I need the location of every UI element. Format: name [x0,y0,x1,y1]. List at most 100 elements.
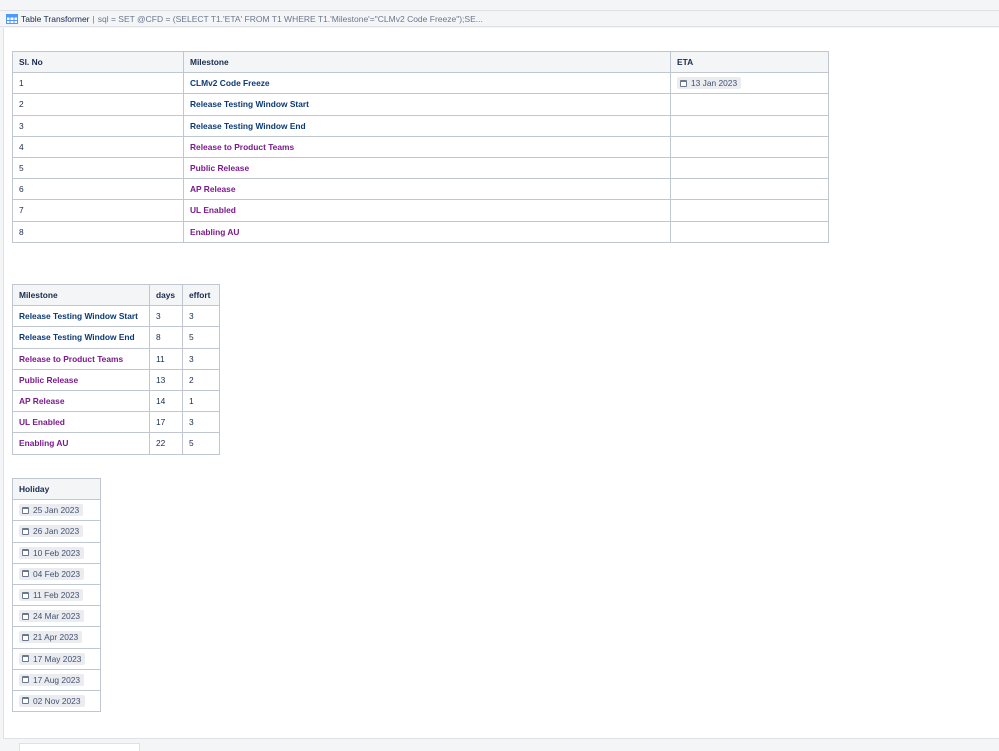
date-text: 13 Jan 2023 [691,78,738,89]
milestone-link[interactable]: CLMv2 Code Freeze [190,78,270,88]
calendar-icon [22,549,29,557]
milestone-link[interactable]: Public Release [190,163,249,173]
table-row: 26 Jan 2023 [12,520,101,543]
holiday-cell: 11 Feb 2023 [12,583,101,607]
date-lozenge[interactable]: 25 Jan 2023 [19,504,84,517]
holiday-cell: 24 Mar 2023 [12,605,101,628]
date-lozenge[interactable]: 26 Jan 2023 [19,525,84,538]
milestone-link[interactable]: Enabling AU [19,438,68,448]
milestone-link[interactable]: UL Enabled [19,417,65,427]
milestone-cell: Public Release [12,368,150,391]
column-header-eta: ETA [670,50,829,74]
effort-cell: 2 [182,368,220,391]
sl-no-cell: 1 [12,72,184,95]
calendar-icon [22,676,29,684]
holiday-cell: 10 Feb 2023 [12,541,101,564]
calendar-icon [22,527,29,535]
calendar-icon [22,506,29,514]
calendar-icon [22,697,29,705]
eta-cell [670,135,829,158]
effort-cell: 3 [182,411,220,434]
date-text: 17 Aug 2023 [33,674,81,685]
holiday-cell: 25 Jan 2023 [12,499,101,522]
table-row: 1 CLMv2 Code Freeze 13 Jan 2023 [12,72,829,95]
sl-no-cell: 5 [12,156,184,180]
milestone-link[interactable]: Release Testing Window Start [19,311,138,321]
table-row: 10 Feb 2023 [12,541,101,564]
eta-cell [670,199,829,222]
days-cell: 13 [149,368,183,391]
date-text: 02 Nov 2023 [33,695,81,706]
date-lozenge[interactable]: 17 May 2023 [19,652,86,665]
milestone-cell: Release to Product Teams [183,135,671,158]
table-row: AP Release 14 1 [12,389,220,413]
date-text: 04 Feb 2023 [33,568,81,579]
date-lozenge[interactable]: 13 Jan 2023 [677,77,742,90]
eta-cell [670,156,829,180]
bottom-tab[interactable] [19,743,140,751]
date-text: 17 May 2023 [33,653,82,664]
table-row: 5 Public Release [12,156,829,180]
holiday-cell: 26 Jan 2023 [12,520,101,543]
table-row: 02 Nov 2023 [12,689,101,713]
calendar-icon [22,570,29,578]
date-lozenge[interactable]: 04 Feb 2023 [19,567,85,580]
date-text: 24 Mar 2023 [33,611,81,622]
days-cell: 11 [149,347,183,370]
holiday-cell: 21 Apr 2023 [12,626,101,649]
sl-no-cell: 4 [12,135,184,158]
table-row: UL Enabled 17 3 [12,411,220,434]
milestone-cell: Release Testing Window Start [12,305,150,328]
milestone-link[interactable]: Public Release [19,375,78,385]
date-lozenge[interactable]: 10 Feb 2023 [19,546,85,559]
column-header-days: days [149,283,183,307]
milestone-link[interactable]: Release Testing Window Start [190,99,309,109]
calendar-icon [22,633,29,641]
milestone-cell: Release Testing Window Start [183,93,671,116]
milestone-link[interactable]: AP Release [19,396,64,406]
table-transformer-macro: Table Transformer | sql = SET @CFD = (SE… [0,0,999,751]
date-lozenge[interactable]: 21 Apr 2023 [19,631,83,644]
milestone-link[interactable]: Release Testing Window End [19,332,135,342]
date-lozenge[interactable]: 24 Mar 2023 [19,610,85,623]
milestone-cell: Enabling AU [183,220,671,243]
days-cell: 3 [149,305,183,328]
table-row: 24 Mar 2023 [12,605,101,628]
milestone-link[interactable]: Release Testing Window End [190,121,306,131]
macro-separator: | [92,13,95,24]
date-text: 26 Jan 2023 [33,526,80,537]
table-row: 7 UL Enabled [12,199,829,222]
date-lozenge[interactable]: 17 Aug 2023 [19,673,85,686]
milestone-link[interactable]: Release to Product Teams [190,142,294,152]
table-header-row: Holiday [12,477,101,501]
milestone-cell: UL Enabled [12,411,150,434]
eta-cell [670,220,829,243]
milestone-cell: CLMv2 Code Freeze [183,72,671,95]
column-header-milestone: Milestone [12,283,150,307]
effort-cell: 3 [182,305,220,328]
holiday-cell: 02 Nov 2023 [12,689,101,713]
table-row: 21 Apr 2023 [12,626,101,649]
sl-no-cell: 2 [12,93,184,116]
table-row: 2 Release Testing Window Start [12,93,829,116]
date-lozenge[interactable]: 11 Feb 2023 [19,589,84,602]
table-transformer-icon [6,13,18,24]
column-header-milestone: Milestone [183,50,671,74]
milestone-link[interactable]: AP Release [190,184,235,194]
macro-header[interactable]: Table Transformer | sql = SET @CFD = (SE… [0,10,999,27]
eta-cell: 13 Jan 2023 [670,72,829,95]
milestone-cell: Release Testing Window End [183,114,671,137]
milestone-link[interactable]: Release to Product Teams [19,354,123,364]
eta-cell [670,93,829,116]
sl-no-cell: 3 [12,114,184,137]
milestone-link[interactable]: Enabling AU [190,227,239,237]
date-lozenge[interactable]: 02 Nov 2023 [19,694,85,707]
date-text: 11 Feb 2023 [33,590,80,601]
milestone-link[interactable]: UL Enabled [190,205,236,215]
effort-cell: 5 [182,326,220,349]
table-header-row: Milestone days effort [12,283,220,307]
sl-no-cell: 6 [12,178,184,201]
table-row: 04 Feb 2023 [12,562,101,585]
table-row: 8 Enabling AU [12,220,829,243]
effort-cell: 3 [182,347,220,370]
